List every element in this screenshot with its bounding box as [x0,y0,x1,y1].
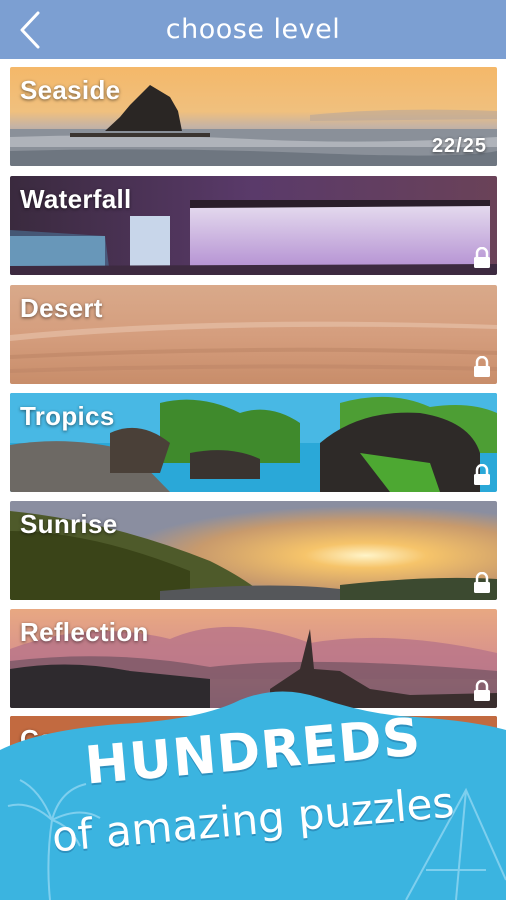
header-bar: choose level [0,0,506,59]
level-card-sunrise[interactable]: Sunrise [10,501,497,600]
level-card-desert[interactable]: Desert [10,285,497,384]
promo-banner: HUNDREDS of amazing puzzles [0,690,506,900]
level-card-tropics[interactable]: Tropics [10,393,497,492]
level-card-seaside[interactable]: Seaside 22/25 [10,67,497,166]
level-name: Reflection [20,617,149,647]
lock-icon [473,355,491,378]
level-name: Tropics [20,401,115,431]
chevron-left-icon [20,11,40,49]
lock-icon [473,246,491,269]
level-name: Waterfall [20,184,132,214]
lock-icon [473,571,491,594]
lock-icon [473,463,491,486]
level-name: Sunrise [20,509,118,539]
page-title: choose level [165,14,341,45]
level-name: Desert [20,293,103,323]
level-progress: 22/25 [431,135,487,157]
level-name: Seaside [20,75,121,105]
level-select-screen: choose level Seaside 22/25 Waterfall Des… [0,0,506,900]
level-card-waterfall[interactable]: Waterfall [10,176,497,275]
back-button[interactable] [14,9,48,51]
